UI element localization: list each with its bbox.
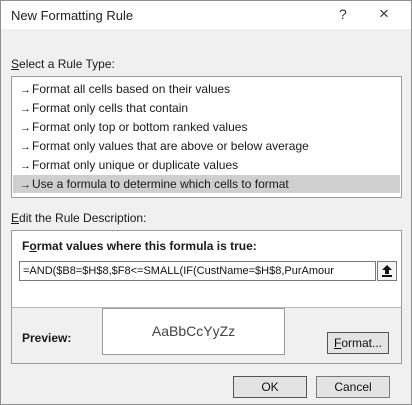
collapse-dialog-button[interactable] xyxy=(377,261,397,281)
rule-type-label: Select a Rule Type: xyxy=(11,57,115,71)
formula-label: Format values where this formula is true… xyxy=(22,239,257,253)
title-bar: New Formatting Rule ? × xyxy=(1,1,411,29)
new-formatting-rule-dialog: New Formatting Rule ? × Select a Rule Ty… xyxy=(0,0,412,405)
arrow-right-icon: → xyxy=(20,141,31,153)
rule-type-item[interactable]: →Format only values that are above or be… xyxy=(13,137,400,155)
rule-type-item[interactable]: →Format only unique or duplicate values xyxy=(13,156,400,174)
rule-type-label-text: elect a Rule Type: xyxy=(19,57,115,71)
format-button[interactable]: Format... xyxy=(327,332,389,354)
rule-description-hotkey: E xyxy=(11,211,20,225)
formula-label-hotkey: o xyxy=(29,239,37,253)
dialog-title: New Formatting Rule xyxy=(11,8,134,23)
rule-type-item-label: Use a formula to determine which cells t… xyxy=(32,177,289,191)
rule-type-item-label: Format all cells based on their values xyxy=(32,82,231,96)
collapse-dialog-icon xyxy=(382,265,392,277)
rule-description-label-text: dit the Rule Description: xyxy=(19,211,147,225)
arrow-right-icon: → xyxy=(20,122,31,134)
arrow-right-icon: → xyxy=(20,103,31,115)
preview-sample-text: AaBbCcYyZz xyxy=(151,323,236,339)
cancel-button[interactable]: Cancel xyxy=(316,376,390,398)
close-button[interactable]: × xyxy=(379,4,389,24)
formula-label-text: rmat values where this formula is true: xyxy=(36,239,257,253)
rule-type-item-label: Format only values that are above or bel… xyxy=(32,139,309,153)
ok-button[interactable]: OK xyxy=(233,376,307,398)
arrow-right-icon: → xyxy=(20,160,31,172)
rule-description-label: Edit the Rule Description: xyxy=(11,211,146,225)
help-button[interactable]: ? xyxy=(339,6,347,22)
formula-input[interactable] xyxy=(19,261,376,281)
rule-type-hotkey: S xyxy=(11,57,20,71)
rule-type-item-selected[interactable]: →Use a formula to determine which cells … xyxy=(13,175,400,193)
rule-type-item[interactable]: →Format only top or bottom ranked values xyxy=(13,118,400,136)
rule-type-list[interactable]: →Format all cells based on their values … xyxy=(11,76,402,198)
format-button-label: ormat... xyxy=(341,336,383,350)
rule-type-item-label: Format only unique or duplicate values xyxy=(32,158,239,172)
preview-box: AaBbCcYyZz xyxy=(102,308,285,355)
preview-label: Preview: xyxy=(22,331,72,345)
arrow-right-icon: → xyxy=(20,84,31,96)
rule-type-item-label: Format only cells that contain xyxy=(32,101,189,115)
arrow-right-icon: → xyxy=(20,179,31,191)
rule-type-item[interactable]: →Format only cells that contain xyxy=(13,99,400,117)
formula-area: Format values where this formula is true… xyxy=(12,231,401,307)
rule-type-item[interactable]: →Format all cells based on their values xyxy=(13,80,400,98)
rule-type-item-label: Format only top or bottom ranked values xyxy=(32,120,248,134)
